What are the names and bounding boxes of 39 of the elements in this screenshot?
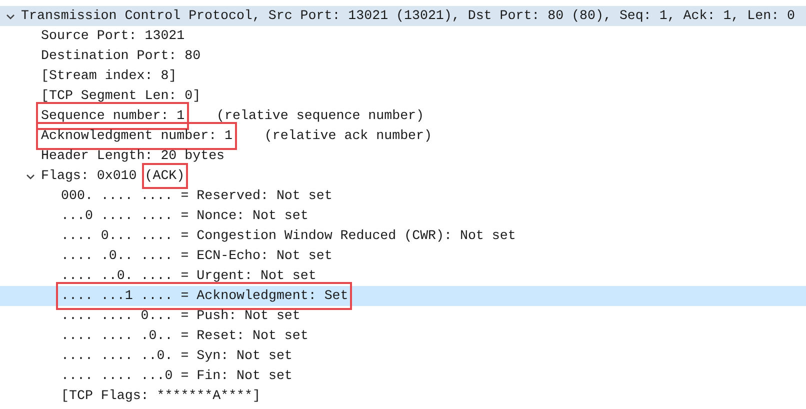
tree-row[interactable]: 000. .... .... = Reserved: Not set xyxy=(0,186,806,206)
field-text: [TCP Flags: *******A****] xyxy=(60,387,260,406)
chevron-down-icon[interactable] xyxy=(6,12,15,20)
flag-summary: (ACK) xyxy=(144,166,185,186)
tree-row[interactable]: .... ..0. .... = Urgent: Not set xyxy=(0,266,806,286)
field-text: 000. .... .... = Reserved: Not set xyxy=(60,187,332,206)
tree-row[interactable]: .... .... .0.. = Reset: Not set xyxy=(0,326,806,346)
field-text: Source Port: 13021 xyxy=(40,27,185,46)
chevron-down-icon[interactable] xyxy=(26,172,35,180)
tree-row[interactable]: Header Length: 20 bytes xyxy=(0,146,806,166)
tree-row[interactable]: .... .... 0... = Push: Not set xyxy=(0,306,806,326)
field-text: [Stream index: 8] xyxy=(40,67,177,86)
field-text: Destination Port: 80 xyxy=(40,47,201,66)
field-text: .... .... ..0. = Syn: Not set xyxy=(60,347,292,366)
field-text: .... 0... .... = Congestion Window Reduced (CWR): Not set xyxy=(60,227,516,246)
field-text: .... .... .0.. = Reset: Not set xyxy=(60,327,308,346)
field-comment: (relative ack number) xyxy=(264,127,432,146)
tree-row[interactable]: ...0 .... .... = Nonce: Not set xyxy=(0,206,806,226)
field-text: ...0 .... .... = Nonce: Not set xyxy=(60,207,308,226)
tree-row[interactable]: .... .... ...0 = Fin: Not set xyxy=(0,366,806,386)
tree-row[interactable]: .... 0... .... = Congestion Window Reduced (CWR): Not set xyxy=(0,226,806,246)
field-text: .... .... ...0 = Fin: Not set xyxy=(60,367,292,386)
field-text: Header Length: 20 bytes xyxy=(40,147,225,166)
field-text: [TCP Segment Len: 0] xyxy=(40,87,201,106)
tree-row[interactable]: [Stream index: 8] xyxy=(0,66,806,86)
field-text: .... .0.. .... = ECN-Echo: Not set xyxy=(60,247,332,266)
tree-row[interactable]: .... .0.. .... = ECN-Echo: Not set xyxy=(0,246,806,266)
field-text: Flags: 0x010 xyxy=(40,167,137,186)
tree-row[interactable]: Acknowledgment number: 1 (relative ack number) xyxy=(0,126,806,146)
tree-row[interactable]: [TCP Segment Len: 0] xyxy=(0,86,806,106)
field-text: .... ..0. .... = Urgent: Not set xyxy=(60,267,316,286)
tree-row[interactable]: Destination Port: 80 xyxy=(0,46,806,66)
tree-row[interactable]: Sequence number: 1 (relative sequence number) xyxy=(0,106,806,126)
tree-row[interactable]: .... .... ..0. = Syn: Not set xyxy=(0,346,806,366)
tree-row[interactable]: Flags: 0x010 (ACK) xyxy=(0,166,806,186)
field-text: .... .... 0... = Push: Not set xyxy=(60,307,300,326)
tree-row[interactable]: [TCP Flags: *******A****] xyxy=(0,386,806,406)
field-comment: (relative sequence number) xyxy=(216,107,424,126)
tree-row[interactable]: Source Port: 13021 xyxy=(0,26,806,46)
